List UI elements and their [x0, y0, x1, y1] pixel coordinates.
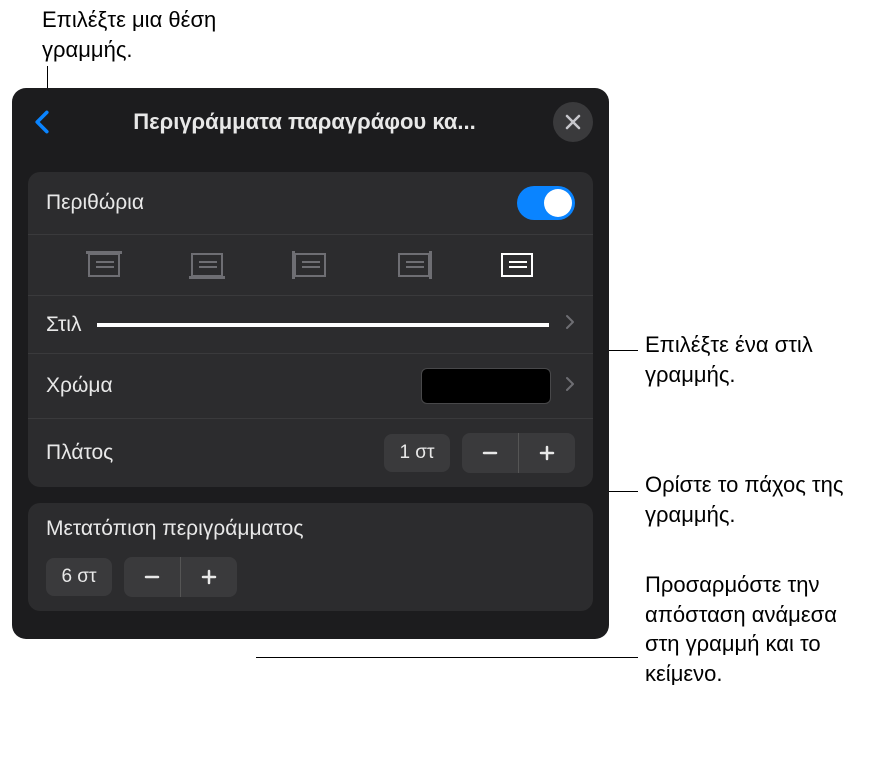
close-icon — [565, 114, 581, 130]
back-button[interactable] — [28, 108, 56, 136]
callout-style-text: Επιλέξτε ένα στιλ γραμμής. — [645, 330, 855, 389]
offset-controls: 6 στ — [46, 557, 237, 597]
line-style-preview — [97, 323, 549, 327]
callout-offset-line — [256, 657, 638, 658]
position-left-button[interactable] — [292, 251, 328, 279]
chevron-right-icon — [565, 376, 575, 397]
color-row[interactable]: Χρώμα — [28, 353, 593, 418]
offset-label: Μετατόπιση περιγράμματος — [46, 517, 304, 541]
position-right-button[interactable] — [396, 251, 432, 279]
offset-value: 6 στ — [46, 558, 112, 596]
color-label: Χρώμα — [46, 374, 421, 398]
position-top-button[interactable] — [86, 251, 122, 279]
minus-icon — [142, 567, 162, 587]
chevron-right-icon — [565, 314, 575, 335]
width-row: Πλάτος 1 στ — [28, 418, 593, 487]
position-all-button[interactable] — [499, 251, 535, 279]
callout-width-text: Ορίστε το πάχος της γραμμής. — [645, 470, 865, 529]
style-row[interactable]: Στιλ — [28, 295, 593, 353]
offset-section: Μετατόπιση περιγράμματος 6 στ — [28, 503, 593, 611]
offset-stepper — [124, 557, 237, 597]
width-stepper-group: 1 στ — [384, 433, 575, 473]
plus-icon — [537, 443, 557, 463]
callout-position-text: Επιλέξτε μια θέση γραμμής. — [42, 5, 262, 64]
color-swatch[interactable] — [421, 368, 551, 404]
borders-label: Περιθώρια — [46, 191, 517, 215]
position-row — [28, 234, 593, 295]
offset-decrease-button[interactable] — [124, 557, 180, 597]
offset-increase-button[interactable] — [181, 557, 237, 597]
borders-toggle[interactable] — [517, 186, 575, 220]
width-stepper — [462, 433, 575, 473]
offset-row: Μετατόπιση περιγράμματος 6 στ — [28, 503, 593, 611]
chevron-left-icon — [34, 110, 50, 134]
width-label: Πλάτος — [46, 441, 384, 465]
position-bottom-button[interactable] — [189, 251, 225, 279]
minus-icon — [480, 443, 500, 463]
panel-title: Περιγράμματα παραγράφου κα... — [56, 109, 553, 135]
width-decrease-button[interactable] — [462, 433, 518, 473]
format-panel: Περιγράμματα παραγράφου κα... Περιθώρια … — [12, 88, 609, 639]
panel-header: Περιγράμματα παραγράφου κα... — [12, 88, 609, 156]
borders-toggle-row: Περιθώρια — [28, 172, 593, 234]
plus-icon — [199, 567, 219, 587]
callout-offset-text: Προσαρμόστε την απόσταση ανάμεσα στη γρα… — [645, 570, 865, 689]
borders-section: Περιθώρια Στιλ Χρώμα Πλάτος — [28, 172, 593, 487]
width-value: 1 στ — [384, 434, 450, 472]
close-button[interactable] — [553, 102, 593, 142]
width-increase-button[interactable] — [519, 433, 575, 473]
style-label: Στιλ — [46, 313, 81, 337]
